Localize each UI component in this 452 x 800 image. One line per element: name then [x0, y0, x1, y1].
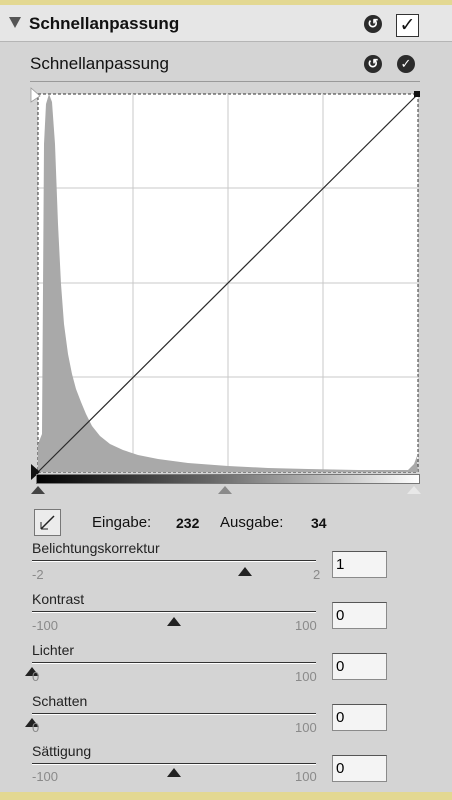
shadows-input[interactable] [332, 704, 387, 731]
saturation-slider-track[interactable] [32, 763, 316, 764]
enable-checkbox-checkmark-icon[interactable]: ✓ [396, 14, 419, 37]
white-level-handle[interactable] [407, 486, 421, 494]
exposure-slider-track[interactable] [32, 560, 316, 561]
contrast-slider-track[interactable] [32, 611, 316, 612]
exposure-label: Belichtungskorrektur [32, 540, 160, 556]
shadows-label: Schatten [32, 693, 88, 709]
output-label: Ausgabe: [220, 514, 284, 531]
tone-gradient-bar [36, 474, 420, 484]
highlights-input[interactable] [332, 653, 387, 680]
saturation-min: -100 [32, 769, 59, 784]
curve-tool-button[interactable] [34, 509, 61, 536]
exposure-min: -2 [32, 567, 44, 582]
exposure-slider-thumb[interactable] [238, 567, 252, 576]
panel-title: Schnellanpassung [29, 14, 180, 33]
panel-header[interactable]: Schnellanpassung ↺ ✓ [0, 5, 452, 42]
saturation-input[interactable] [332, 755, 387, 782]
contrast-input[interactable] [332, 602, 387, 629]
contrast-label: Kontrast [32, 591, 85, 607]
shadows-slider-track[interactable] [32, 713, 316, 714]
curve-endpoint-handle[interactable] [414, 91, 420, 97]
highlights-label: Lichter [32, 642, 75, 658]
tone-curve-graph[interactable] [28, 84, 428, 484]
shadows-min: 0 [32, 720, 40, 735]
collapse-triangle-icon[interactable] [9, 17, 21, 28]
saturation-slider-thumb[interactable] [167, 768, 181, 777]
black-level-handle[interactable] [31, 486, 45, 494]
contrast-min: -100 [32, 618, 59, 633]
input-value: 232 [176, 515, 200, 531]
reset-undo-icon[interactable]: ↺ [364, 15, 382, 33]
section-enable-checkmark-icon[interactable]: ✓ [397, 55, 415, 73]
section-reset-undo-icon[interactable]: ↺ [364, 55, 382, 73]
shadows-max: 100 [295, 720, 317, 735]
exposure-max: 2 [313, 567, 321, 582]
exposure-input[interactable] [332, 551, 387, 578]
midtone-handle[interactable] [218, 486, 232, 494]
input-label: Eingabe: [92, 514, 152, 531]
section-title: Schnellanpassung [30, 54, 169, 73]
output-value: 34 [311, 515, 327, 531]
highlights-slider-track[interactable] [32, 662, 316, 663]
contrast-slider-thumb[interactable] [167, 617, 181, 626]
curve-tool-icon [40, 515, 55, 530]
divider [30, 81, 420, 82]
saturation-max: 100 [295, 769, 317, 784]
contrast-max: 100 [295, 618, 317, 633]
highlights-max: 100 [295, 669, 317, 684]
bottom-accent-bar [0, 792, 452, 800]
saturation-label: Sättigung [32, 743, 92, 759]
highlights-min: 0 [32, 669, 40, 684]
